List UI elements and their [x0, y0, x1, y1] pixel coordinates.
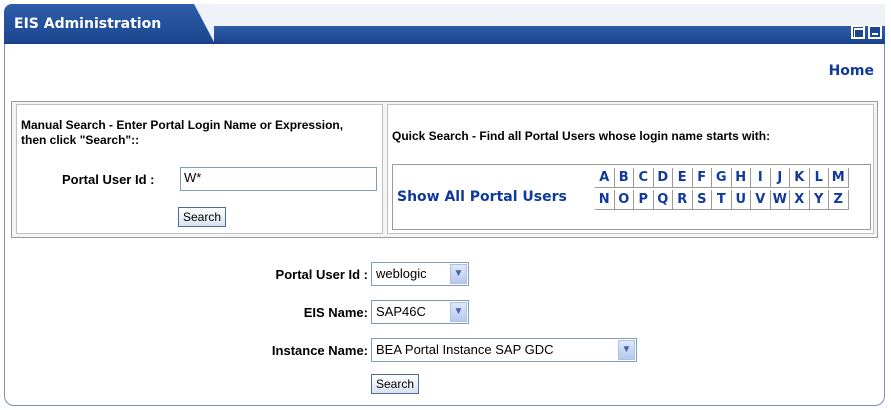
home-link[interactable]: Home: [829, 63, 874, 79]
letter-link-s[interactable]: S: [692, 190, 712, 210]
letter-link-u[interactable]: U: [731, 190, 751, 210]
letter-link-d[interactable]: D: [653, 168, 673, 188]
eis-row: EIS Name: SAP46C ▼: [5, 300, 886, 324]
letter-link-m[interactable]: M: [829, 168, 849, 188]
portlet-title: EIS Administration: [14, 16, 162, 32]
portal-user-select-value: weblogic: [376, 266, 427, 281]
letter-link-i[interactable]: I: [751, 168, 771, 188]
letter-index-box: Show All Portal Users A B C D E F G H I …: [392, 164, 871, 230]
portal-user-id-label: Portal User Id :: [62, 172, 155, 187]
letter-link-k[interactable]: K: [790, 168, 810, 188]
letter-link-h[interactable]: H: [731, 168, 751, 188]
search-button[interactable]: Search: [371, 374, 420, 394]
letter-link-c[interactable]: C: [634, 168, 654, 188]
chevron-down-icon[interactable]: ▼: [450, 302, 467, 322]
letter-link-b[interactable]: B: [614, 168, 634, 188]
letter-link-q[interactable]: Q: [653, 190, 673, 210]
portal-user-id-input[interactable]: W*: [180, 167, 377, 191]
chevron-down-icon[interactable]: ▼: [618, 340, 635, 360]
chevron-down-icon[interactable]: ▼: [450, 264, 467, 284]
letter-link-t[interactable]: T: [712, 190, 732, 210]
eis-name-select-value: SAP46C: [376, 304, 426, 319]
letter-link-p[interactable]: P: [634, 190, 654, 210]
letter-link-e[interactable]: E: [673, 168, 693, 188]
instance-name-label: Instance Name:: [271, 343, 368, 358]
user-select-label: Portal User Id :: [275, 267, 368, 282]
letter-link-o[interactable]: O: [614, 190, 634, 210]
user-row: Portal User Id : weblogic ▼: [5, 262, 886, 286]
manual-search-button[interactable]: Search: [178, 207, 227, 227]
letter-link-l[interactable]: L: [809, 168, 829, 188]
eis-admin-portlet: EIS Administration Home Manual Search - …: [4, 4, 885, 406]
title-bar-strip: [214, 26, 885, 42]
letter-link-j[interactable]: J: [770, 168, 790, 188]
instance-row: Instance Name: BEA Portal Instance SAP G…: [5, 338, 886, 362]
portlet-titlebar: EIS Administration: [4, 4, 885, 44]
letter-link-w[interactable]: W: [770, 190, 790, 210]
letter-link-r[interactable]: R: [673, 190, 693, 210]
letter-link-v[interactable]: V: [751, 190, 771, 210]
instance-name-select[interactable]: BEA Portal Instance SAP GDC ▼: [371, 338, 637, 362]
quick-search-instructions: Quick Search - Find all Portal Users who…: [392, 129, 771, 143]
letter-link-g[interactable]: G: [712, 168, 732, 188]
eis-name-label: EIS Name:: [303, 305, 368, 320]
letter-index: A B C D E F G H I J K L M N O P Q R S T …: [595, 168, 849, 210]
instance-name-select-value: BEA Portal Instance SAP GDC: [376, 342, 554, 357]
letter-link-f[interactable]: F: [692, 168, 712, 188]
eis-name-select[interactable]: SAP46C ▼: [371, 300, 469, 324]
quick-search-section: Quick Search - Find all Portal Users who…: [387, 104, 874, 234]
maximize-icon[interactable]: [851, 25, 865, 39]
show-all-portal-users-link[interactable]: Show All Portal Users: [397, 189, 567, 205]
letter-link-n[interactable]: N: [595, 190, 615, 210]
letter-link-y[interactable]: Y: [809, 190, 829, 210]
portal-user-select[interactable]: weblogic ▼: [371, 262, 469, 286]
letter-link-x[interactable]: X: [790, 190, 810, 210]
minimize-icon[interactable]: [868, 25, 882, 39]
letter-link-a[interactable]: A: [595, 168, 615, 188]
manual-search-instructions: Manual Search - Enter Portal Login Name …: [21, 118, 344, 147]
search-panel: Manual Search - Enter Portal Login Name …: [11, 101, 878, 238]
letter-link-z[interactable]: Z: [829, 190, 849, 210]
manual-search-section: Manual Search - Enter Portal Login Name …: [16, 104, 383, 234]
